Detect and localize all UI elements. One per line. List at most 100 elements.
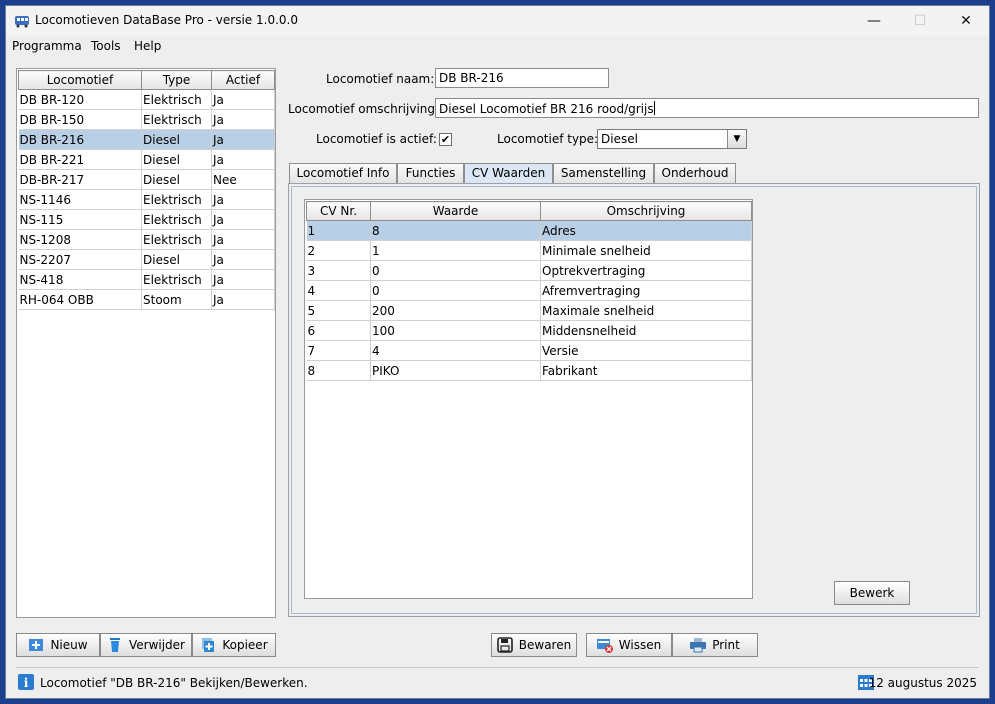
loco-cell-actief[interactable]: Ja: [211, 209, 275, 230]
type-select[interactable]: Diesel ▼: [597, 129, 747, 149]
cv-row[interactable]: 4 0 Afremvertraging: [306, 280, 752, 301]
loco-cell-actief[interactable]: Ja: [211, 249, 275, 270]
wissen-button[interactable]: Wissen: [586, 633, 672, 657]
cv-cell-nr[interactable]: 8: [306, 360, 371, 381]
loco-cell-naam[interactable]: NS-2207: [18, 249, 142, 270]
maximize-button[interactable]: ☐: [897, 6, 943, 36]
loco-row[interactable]: NS-115 Elektrisch Ja: [18, 209, 275, 230]
loco-cell-actief[interactable]: Ja: [211, 269, 275, 290]
loco-cell-naam[interactable]: DB BR-216: [18, 129, 142, 150]
loco-cell-naam[interactable]: RH-064 OBB: [18, 289, 142, 310]
cv-cell-omschrijving[interactable]: Versie: [540, 340, 752, 361]
cv-cell-nr[interactable]: 2: [306, 240, 371, 261]
cv-cell-waarde[interactable]: 0: [370, 260, 541, 281]
nieuw-button[interactable]: Nieuw: [16, 633, 100, 657]
cv-row[interactable]: 6 100 Middensnelheid: [306, 320, 752, 341]
loco-row[interactable]: RH-064 OBB Stoom Ja: [18, 289, 275, 310]
actief-checkbox[interactable]: ✔: [439, 133, 452, 146]
loco-cell-type[interactable]: Elektrisch: [141, 269, 212, 290]
verwijder-button[interactable]: Verwijder: [100, 633, 192, 657]
cv-cell-waarde[interactable]: 100: [370, 320, 541, 341]
kopieer-button[interactable]: Kopieer: [192, 633, 276, 657]
loco-cell-actief[interactable]: Nee: [211, 169, 275, 190]
loco-cell-naam[interactable]: DB-BR-217: [18, 169, 142, 190]
cv-row[interactable]: 1 8 Adres: [306, 220, 752, 241]
cv-cell-waarde[interactable]: PIKO: [370, 360, 541, 381]
cv-cell-omschrijving[interactable]: Fabrikant: [540, 360, 752, 381]
loco-cell-naam[interactable]: DB BR-120: [18, 89, 142, 110]
title-bar[interactable]: Locomotieven DataBase Pro - versie 1.0.0…: [6, 6, 989, 36]
cv-row[interactable]: 7 4 Versie: [306, 340, 752, 361]
cv-row[interactable]: 5 200 Maximale snelheid: [306, 300, 752, 321]
chevron-down-icon[interactable]: ▼: [727, 130, 746, 148]
cv-cell-waarde[interactable]: 4: [370, 340, 541, 361]
cv-row[interactable]: 8 PIKO Fabrikant: [306, 360, 752, 381]
loco-cell-type[interactable]: Diesel: [141, 149, 212, 170]
cv-cell-nr[interactable]: 3: [306, 260, 371, 281]
loco-row[interactable]: NS-1208 Elektrisch Ja: [18, 229, 275, 250]
col-header-omschrijving[interactable]: Omschrijving: [540, 201, 752, 221]
loco-cell-type[interactable]: Elektrisch: [141, 109, 212, 130]
tab-onderhoud[interactable]: Onderhoud: [654, 163, 736, 183]
loco-row[interactable]: NS-2207 Diesel Ja: [18, 249, 275, 270]
loco-row[interactable]: DB-BR-217 Diesel Nee: [18, 169, 275, 190]
cv-cell-nr[interactable]: 1: [306, 220, 371, 241]
cv-row[interactable]: 3 0 Optrekvertraging: [306, 260, 752, 281]
cv-cell-omschrijving[interactable]: Middensnelheid: [540, 320, 752, 341]
tab-samenstelling[interactable]: Samenstelling: [553, 163, 654, 183]
loco-cell-naam[interactable]: DB BR-221: [18, 149, 142, 170]
menu-programma[interactable]: Programma: [12, 39, 82, 53]
cv-cell-waarde[interactable]: 0: [370, 280, 541, 301]
col-header-actief[interactable]: Actief: [211, 70, 275, 90]
cv-cell-waarde[interactable]: 8: [370, 220, 541, 241]
loco-row[interactable]: DB BR-150 Elektrisch Ja: [18, 109, 275, 130]
cv-cell-omschrijving[interactable]: Afremvertraging: [540, 280, 752, 301]
cv-cell-omschrijving[interactable]: Maximale snelheid: [540, 300, 752, 321]
naam-input[interactable]: DB BR-216: [435, 68, 609, 88]
minimize-button[interactable]: —: [851, 6, 897, 36]
loco-row[interactable]: DB BR-216 Diesel Ja: [18, 129, 275, 150]
loco-cell-naam[interactable]: DB BR-150: [18, 109, 142, 130]
loco-cell-type[interactable]: Elektrisch: [141, 229, 212, 250]
loco-cell-actief[interactable]: Ja: [211, 289, 275, 310]
loco-cell-actief[interactable]: Ja: [211, 189, 275, 210]
loco-row[interactable]: NS-418 Elektrisch Ja: [18, 269, 275, 290]
col-header-locomotief[interactable]: Locomotief: [18, 70, 142, 90]
loco-cell-actief[interactable]: Ja: [211, 129, 275, 150]
loco-cell-type[interactable]: Stoom: [141, 289, 212, 310]
close-button[interactable]: ✕: [943, 6, 989, 36]
loco-row[interactable]: DB BR-120 Elektrisch Ja: [18, 89, 275, 110]
cv-row[interactable]: 2 1 Minimale snelheid: [306, 240, 752, 261]
tab-locomotief-info[interactable]: Locomotief Info: [289, 163, 397, 183]
cv-cell-waarde[interactable]: 1: [370, 240, 541, 261]
print-button[interactable]: Print: [672, 633, 758, 657]
loco-cell-actief[interactable]: Ja: [211, 229, 275, 250]
bewerk-button[interactable]: Bewerk: [834, 581, 910, 605]
cv-cell-waarde[interactable]: 200: [370, 300, 541, 321]
loco-cell-actief[interactable]: Ja: [211, 109, 275, 130]
loco-cell-type[interactable]: Elektrisch: [141, 209, 212, 230]
cv-cell-nr[interactable]: 4: [306, 280, 371, 301]
loco-row[interactable]: DB BR-221 Diesel Ja: [18, 149, 275, 170]
tab-cv-waarden[interactable]: CV Waarden: [464, 163, 553, 184]
loco-cell-type[interactable]: Diesel: [141, 249, 212, 270]
loco-cell-naam[interactable]: NS-115: [18, 209, 142, 230]
tab-functies[interactable]: Functies: [397, 163, 464, 183]
cv-cell-nr[interactable]: 6: [306, 320, 371, 341]
bewaren-button[interactable]: Bewaren: [491, 633, 577, 657]
cv-cell-omschrijving[interactable]: Adres: [540, 220, 752, 241]
loco-cell-type[interactable]: Elektrisch: [141, 89, 212, 110]
loco-row[interactable]: NS-1146 Elektrisch Ja: [18, 189, 275, 210]
menu-tools[interactable]: Tools: [91, 39, 121, 53]
menu-help[interactable]: Help: [134, 39, 161, 53]
loco-cell-type[interactable]: Diesel: [141, 169, 212, 190]
col-header-waarde[interactable]: Waarde: [370, 201, 541, 221]
cv-cell-nr[interactable]: 5: [306, 300, 371, 321]
loco-cell-type[interactable]: Diesel: [141, 129, 212, 150]
loco-cell-actief[interactable]: Ja: [211, 89, 275, 110]
loco-cell-type[interactable]: Elektrisch: [141, 189, 212, 210]
loco-cell-naam[interactable]: NS-1146: [18, 189, 142, 210]
cv-cell-omschrijving[interactable]: Optrekvertraging: [540, 260, 752, 281]
loco-cell-naam[interactable]: NS-1208: [18, 229, 142, 250]
omschrijving-input[interactable]: Diesel Locomotief BR 216 rood/grijs: [435, 98, 979, 118]
